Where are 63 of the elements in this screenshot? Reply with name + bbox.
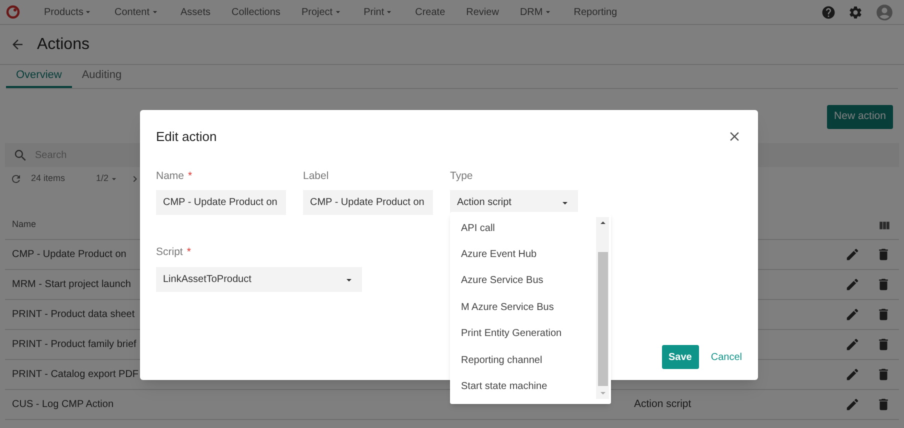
nav-menu-item[interactable]: Create [415, 4, 446, 20]
nav-menu-item[interactable]: Print [364, 4, 394, 20]
columns-icon[interactable] [878, 218, 891, 232]
nav-menu-item[interactable]: DRM [520, 4, 553, 20]
refresh-icon[interactable] [10, 173, 22, 185]
back-arrow-icon[interactable] [10, 37, 25, 52]
menu-option[interactable]: Reporting channel [450, 346, 596, 374]
delete-icon[interactable] [876, 397, 891, 412]
field-label: Name * [156, 168, 192, 184]
new-action-button[interactable]: New action [827, 105, 893, 129]
item-count: 24 items [31, 172, 66, 186]
dialog-title: Edit action [156, 128, 217, 146]
menu-option[interactable]: API call [450, 215, 596, 242]
menu-option[interactable]: M Azure Service Bus [450, 294, 596, 321]
help-icon[interactable] [821, 4, 836, 20]
delete-icon[interactable] [876, 307, 891, 322]
menu-option[interactable]: Start state machine [450, 373, 596, 400]
edit-icon[interactable] [845, 307, 860, 322]
required-asterisk: * [186, 246, 191, 258]
scrollbar[interactable] [596, 217, 609, 399]
logo-icon[interactable] [6, 5, 20, 19]
nav-menu-item[interactable]: Content [114, 4, 160, 20]
field-label: Label [303, 168, 329, 184]
page-title: Actions [37, 34, 90, 54]
column-header: Name [12, 218, 36, 232]
field-label: Type [450, 168, 473, 184]
table-cell-text: PRINT - Product data sheet [12, 308, 135, 322]
table-cell-text: PRINT - Product family brief [12, 338, 136, 352]
tab[interactable]: Auditing [72, 64, 132, 88]
table-cell-text: CUS - Log CMP Action [12, 398, 114, 412]
search-icon [13, 148, 28, 162]
table-cell-text: PRINT - Catalog export PDF [12, 368, 139, 382]
edit-icon[interactable] [845, 337, 860, 352]
save-button[interactable]: Save [662, 345, 699, 369]
edit-icon[interactable] [845, 397, 860, 412]
nav-menu-item[interactable]: Reporting [574, 4, 618, 20]
field-label: Script * [156, 245, 191, 260]
cancel-link[interactable]: Cancel [710, 350, 742, 364]
text-field[interactable]: CMP - Update Product on [156, 190, 286, 216]
delete-icon[interactable] [876, 247, 891, 262]
menu-option[interactable]: Azure Service Bus [450, 268, 596, 294]
text-field[interactable]: CMP - Update Product on [303, 190, 433, 216]
edit-icon[interactable] [845, 277, 860, 292]
table-cell-text: Action script [634, 396, 692, 412]
delete-icon[interactable] [876, 277, 891, 292]
nav-menu-item[interactable]: Project [301, 4, 343, 20]
table-cell-text: CMP - Update Product on [12, 248, 126, 262]
table-cell-text: MRM - Start project launch [12, 278, 131, 292]
edit-icon[interactable] [845, 367, 860, 382]
nav-menu-item[interactable]: Collections [232, 4, 280, 20]
edit-icon[interactable] [845, 247, 860, 262]
delete-icon[interactable] [876, 367, 891, 382]
nav-menu-item[interactable]: Assets [180, 4, 211, 20]
menu-option[interactable]: Azure Event Hub [450, 241, 596, 268]
script-select[interactable]: LinkAssetToProduct [156, 267, 362, 292]
menu-option[interactable]: Print Entity Generation [450, 320, 596, 347]
delete-icon[interactable] [876, 337, 891, 352]
page-selector[interactable]: 1/2 [96, 172, 119, 186]
nav-menu-item[interactable]: Products [44, 4, 94, 20]
required-asterisk: * [188, 170, 192, 182]
settings-icon[interactable] [848, 4, 863, 20]
tab[interactable]: Overview [6, 64, 72, 88]
nav-menu-item[interactable]: Review [466, 4, 499, 20]
